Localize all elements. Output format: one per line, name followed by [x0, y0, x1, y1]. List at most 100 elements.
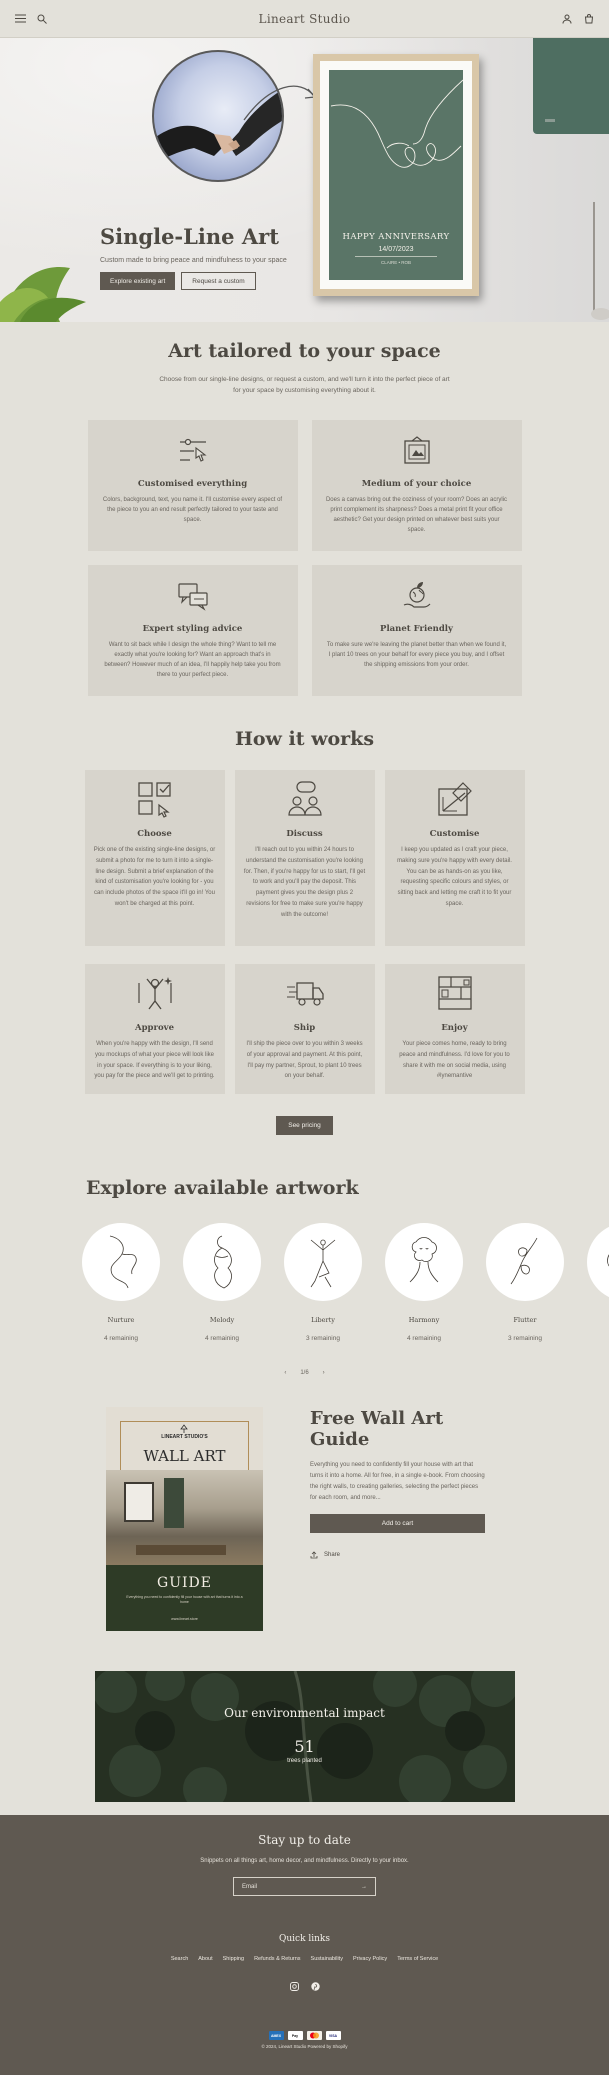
feature-card: Customised everything Colors, background… [87, 420, 298, 551]
celebrate-icon [137, 977, 172, 1010]
steps-grid: Choose Pick one of the existing single-l… [0, 770, 609, 1094]
harmony-illustration [409, 1237, 439, 1283]
plant-leaves-image [0, 266, 86, 322]
cabinet-image [533, 38, 609, 134]
step-card: Enjoy Your piece comes home, ready to br… [384, 964, 525, 1094]
quick-links: Search About Shipping Refunds & Returns … [0, 1956, 609, 1962]
frame-date: 14/07/2023 [378, 246, 414, 253]
carousel-pager: ‹ 1/6 › [0, 1370, 609, 1376]
lamp-image [591, 202, 609, 320]
tailored-title: Art tailored to your space [168, 340, 441, 362]
artwork-image[interactable] [486, 1223, 564, 1301]
artwork-card[interactable]: Flutter 3 remaining [486, 1223, 564, 1342]
wall-art-guide-product: LINEART STUDIO'S WALL ART GUIDE Everythi… [0, 1407, 609, 1631]
site-logo[interactable]: Lineart Studio [259, 12, 351, 26]
visa-icon: VISA [325, 2031, 341, 2040]
hero-subtitle: Custom made to bring peace and mindfulne… [100, 257, 287, 264]
artwork-card[interactable]: Melody 4 remaining [183, 1223, 261, 1342]
feature-card: Expert styling advice Want to sit back w… [87, 565, 298, 696]
add-to-cart-button[interactable]: Add to cart [310, 1514, 485, 1533]
step-card: Approve When you're happy with the desig… [84, 964, 225, 1094]
newsletter-subtitle: Snippets on all things art, home decor, … [200, 1858, 409, 1864]
artwork-carousel[interactable]: Nurture 4 remaining Melody 4 remaining L… [0, 1223, 609, 1342]
quick-links-title: Quick links [278, 1934, 331, 1944]
impact-title: Our environmental impact [224, 1706, 385, 1720]
hero-banner: HAPPY ANNIVERSARY 14/07/2023 CLAIRE • RO… [0, 38, 609, 322]
footer-link-sustainability[interactable]: Sustainability [311, 1956, 343, 1962]
artwork-card[interactable]: Harmony 4 remaining [385, 1223, 463, 1342]
explore-art-button[interactable]: Explore existing art [100, 272, 176, 290]
line-art-illustration [330, 79, 463, 168]
next-slide-button[interactable]: › [323, 1370, 325, 1376]
footer-link-refunds[interactable]: Refunds & Returns [254, 1956, 300, 1962]
payment-methods: AMEX Pay VISA [0, 2031, 609, 2040]
email-field[interactable]: Email → [233, 1877, 376, 1896]
previous-slide-button[interactable]: ‹ [284, 1370, 286, 1376]
footer-link-shipping[interactable]: Shipping [223, 1956, 244, 1962]
header-left [14, 13, 74, 25]
account-icon[interactable] [561, 13, 573, 25]
menu-icon[interactable] [14, 13, 26, 25]
discuss-icon [287, 781, 322, 816]
request-custom-button[interactable]: Request a custom [181, 272, 256, 290]
trees-label: trees planted [287, 1758, 322, 1764]
shelf-icon [437, 976, 472, 1010]
step-card: Choose Pick one of the existing single-l… [84, 770, 225, 946]
choose-icon [137, 782, 171, 818]
guide-title: Free Wall Art Guide [310, 1408, 444, 1450]
header-right [535, 13, 595, 25]
artwork-title: Explore available artwork [86, 1177, 359, 1199]
instagram-icon[interactable] [289, 1982, 299, 1991]
flutter-illustration [510, 1237, 538, 1285]
site-footer: Stay up to date Snippets on all things a… [0, 1815, 609, 2075]
amex-icon: AMEX [268, 2031, 284, 2040]
newsletter-title: Stay up to date [258, 1833, 351, 1847]
features-grid: Customised everything Colors, background… [0, 420, 609, 696]
artwork-card[interactable]: Liberty 3 remaining [284, 1223, 362, 1342]
social-links [0, 1982, 609, 1991]
share-button[interactable]: Share [310, 1551, 485, 1559]
artwork-image[interactable] [587, 1223, 609, 1301]
site-header: Lineart Studio [0, 0, 609, 38]
liberty-illustration [310, 1239, 336, 1288]
artwork-image[interactable] [385, 1223, 463, 1301]
tailored-section: Art tailored to your space Choose from o… [0, 322, 609, 696]
how-it-works-section: How it works Choose Pick one of the exis… [0, 696, 609, 1135]
submit-arrow-icon[interactable]: → [361, 1884, 367, 1890]
partial-illustration [607, 1254, 609, 1267]
feature-card: Planet Friendly To make sure we're leavi… [311, 565, 522, 696]
frame-heading: HAPPY ANNIVERSARY [342, 232, 450, 242]
slide-counter: 1/6 [300, 1370, 309, 1376]
pinterest-icon[interactable] [310, 1982, 320, 1991]
truck-icon [286, 982, 324, 1006]
search-icon[interactable] [36, 13, 48, 25]
guide-description: Everything you need to confidently fill … [310, 1462, 485, 1501]
footer-link-search[interactable]: Search [171, 1956, 188, 1962]
environmental-impact-banner: Our environmental impact 51 trees plante… [94, 1671, 515, 1802]
how-title: How it works [234, 728, 375, 750]
footer-link-about[interactable]: About [198, 1956, 212, 1962]
step-card: Customise I keep you updated as I craft … [384, 770, 525, 946]
customise-icon [179, 438, 207, 462]
tailored-lead: Choose from our single-line designs, or … [159, 376, 450, 394]
guide-cover-image[interactable]: LINEART STUDIO'S WALL ART GUIDE Everythi… [106, 1407, 263, 1631]
step-card: Discuss I'll reach out to you within 24 … [234, 770, 375, 946]
artwork-section: Explore available artwork Nurture 4 rema… [0, 1177, 609, 1376]
frame-icon [403, 436, 430, 464]
hero-title: Single-Line Art [100, 224, 279, 249]
footer-link-privacy[interactable]: Privacy Policy [353, 1956, 387, 1962]
drafting-icon [437, 782, 472, 816]
hero-text: Single-Line Art Custom made to bring pea… [100, 224, 287, 290]
artwork-image[interactable] [82, 1223, 160, 1301]
copyright: © 2024, Lineart Studio Powered by Shopif… [261, 2044, 348, 2049]
footer-link-terms[interactable]: Terms of Service [397, 1956, 438, 1962]
artwork-card[interactable]: Nurture 4 remaining [82, 1223, 160, 1342]
cart-icon[interactable] [583, 13, 595, 25]
see-pricing-button[interactable]: See pricing [276, 1116, 333, 1135]
nurture-illustration [109, 1235, 137, 1289]
framed-print: HAPPY ANNIVERSARY 14/07/2023 CLAIRE • RO… [313, 54, 479, 296]
artwork-card[interactable] [587, 1223, 609, 1342]
artwork-image[interactable] [284, 1223, 362, 1301]
artwork-image[interactable] [183, 1223, 261, 1301]
chat-icon [177, 583, 208, 611]
